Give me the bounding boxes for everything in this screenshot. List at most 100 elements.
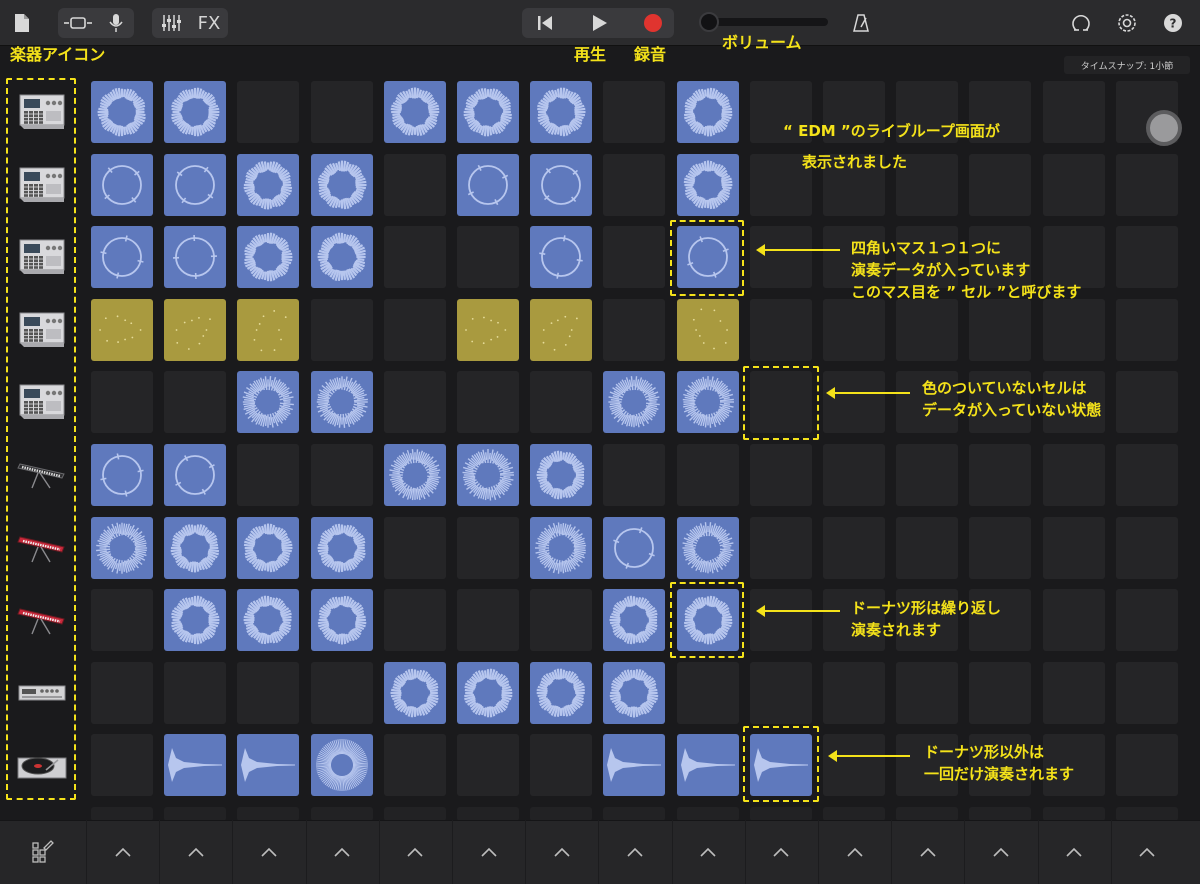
empty-cell[interactable] (749, 589, 812, 652)
empty-cell[interactable] (603, 298, 666, 361)
empty-cell[interactable] (1042, 226, 1105, 289)
empty-cell[interactable] (237, 807, 300, 821)
loop-cell[interactable] (164, 589, 227, 652)
empty-cell[interactable] (1042, 516, 1105, 579)
loop-cell[interactable] (310, 226, 373, 289)
empty-cell[interactable] (383, 734, 446, 797)
loop-cell[interactable] (91, 444, 153, 506)
mixer-icon[interactable] (156, 10, 186, 36)
empty-cell[interactable] (1115, 444, 1178, 506)
empty-cell[interactable] (1115, 226, 1178, 289)
metronome-icon[interactable] (848, 10, 874, 36)
empty-cell[interactable] (457, 807, 519, 821)
empty-cell[interactable] (530, 734, 593, 797)
loop-cell[interactable] (676, 298, 739, 361)
loop-cell[interactable] (603, 371, 666, 434)
empty-cell[interactable] (676, 444, 739, 506)
help-icon[interactable]: ? (1160, 10, 1186, 36)
empty-cell[interactable] (603, 153, 666, 216)
live-loops-view-icon[interactable] (60, 10, 96, 36)
empty-cell[interactable] (310, 807, 373, 821)
loop-cell[interactable] (164, 81, 227, 143)
empty-cell[interactable] (896, 444, 959, 506)
document-icon[interactable] (10, 10, 34, 36)
column-trigger-button[interactable] (671, 820, 744, 884)
loop-cell[interactable] (237, 371, 300, 434)
empty-cell[interactable] (823, 661, 885, 724)
edit-cells-icon[interactable] (22, 836, 62, 868)
empty-cell[interactable] (1115, 516, 1178, 579)
loop-cell[interactable] (237, 516, 300, 579)
loop-cell[interactable] (164, 226, 227, 289)
empty-cell[interactable] (1115, 661, 1178, 724)
empty-cell[interactable] (310, 298, 373, 361)
empty-cell[interactable] (749, 444, 812, 506)
empty-cell[interactable] (749, 226, 812, 289)
column-trigger-button[interactable] (744, 820, 817, 884)
empty-cell[interactable] (896, 516, 959, 579)
loop-cell[interactable] (457, 444, 519, 506)
empty-cell[interactable] (969, 516, 1032, 579)
loop-cell[interactable] (676, 371, 739, 434)
loop-cell[interactable] (457, 661, 519, 724)
loop-cell[interactable] (676, 516, 739, 579)
empty-cell[interactable] (237, 661, 300, 724)
empty-cell[interactable] (676, 661, 739, 724)
empty-cell[interactable] (91, 371, 153, 434)
column-trigger-button[interactable] (525, 820, 597, 884)
loop-cell[interactable] (91, 81, 153, 143)
empty-cell[interactable] (603, 444, 666, 506)
empty-cell[interactable] (1115, 371, 1178, 434)
column-trigger-button[interactable] (305, 820, 378, 884)
empty-cell[interactable] (896, 661, 959, 724)
time-snap-badge[interactable]: タイムスナップ: 1小節 (1064, 56, 1190, 74)
play-icon[interactable] (584, 10, 614, 36)
empty-cell[interactable] (823, 444, 885, 506)
empty-cell[interactable] (1042, 153, 1105, 216)
microphone-icon[interactable] (104, 10, 128, 36)
empty-cell[interactable] (823, 807, 885, 821)
empty-cell[interactable] (164, 807, 227, 821)
loop-cell[interactable] (530, 444, 593, 506)
loop-cell[interactable] (237, 153, 300, 216)
column-trigger-button[interactable] (891, 820, 963, 884)
loop-cell[interactable] (530, 81, 593, 143)
column-trigger-button[interactable] (1037, 820, 1110, 884)
volume-slider-knob[interactable] (699, 12, 719, 32)
loop-cell[interactable] (310, 589, 373, 652)
empty-cell[interactable] (237, 81, 300, 143)
empty-cell[interactable] (1042, 589, 1105, 652)
empty-cell[interactable] (530, 807, 593, 821)
empty-cell[interactable] (969, 807, 1032, 821)
loop-cell[interactable] (237, 589, 300, 652)
loop-cell[interactable] (91, 226, 153, 289)
empty-cell[interactable] (164, 371, 227, 434)
loop-cell[interactable] (530, 226, 593, 289)
empty-cell[interactable] (383, 226, 446, 289)
empty-cell[interactable] (749, 298, 812, 361)
empty-cell[interactable] (676, 807, 739, 821)
column-trigger-button[interactable] (378, 820, 451, 884)
empty-cell[interactable] (823, 371, 885, 434)
column-trigger-button[interactable] (964, 820, 1036, 884)
empty-cell[interactable] (1115, 298, 1178, 361)
empty-cell[interactable] (457, 589, 519, 652)
empty-cell[interactable] (1115, 807, 1178, 821)
loop-cell[interactable] (603, 734, 666, 797)
loop-cell[interactable] (310, 734, 373, 797)
record-icon[interactable] (638, 10, 668, 36)
loop-cell[interactable] (237, 226, 300, 289)
empty-cell[interactable] (603, 81, 666, 143)
loop-browser-icon[interactable] (1068, 10, 1094, 36)
empty-cell[interactable] (91, 661, 153, 724)
loop-cell[interactable] (603, 661, 666, 724)
empty-cell[interactable] (1042, 661, 1105, 724)
empty-cell[interactable] (530, 371, 593, 434)
loop-cell[interactable] (237, 734, 300, 797)
column-trigger-button[interactable] (452, 820, 524, 884)
empty-cell[interactable] (603, 226, 666, 289)
loop-cell[interactable] (383, 444, 446, 506)
empty-cell[interactable] (749, 807, 812, 821)
empty-cell[interactable] (310, 444, 373, 506)
loop-cell[interactable] (457, 81, 519, 143)
